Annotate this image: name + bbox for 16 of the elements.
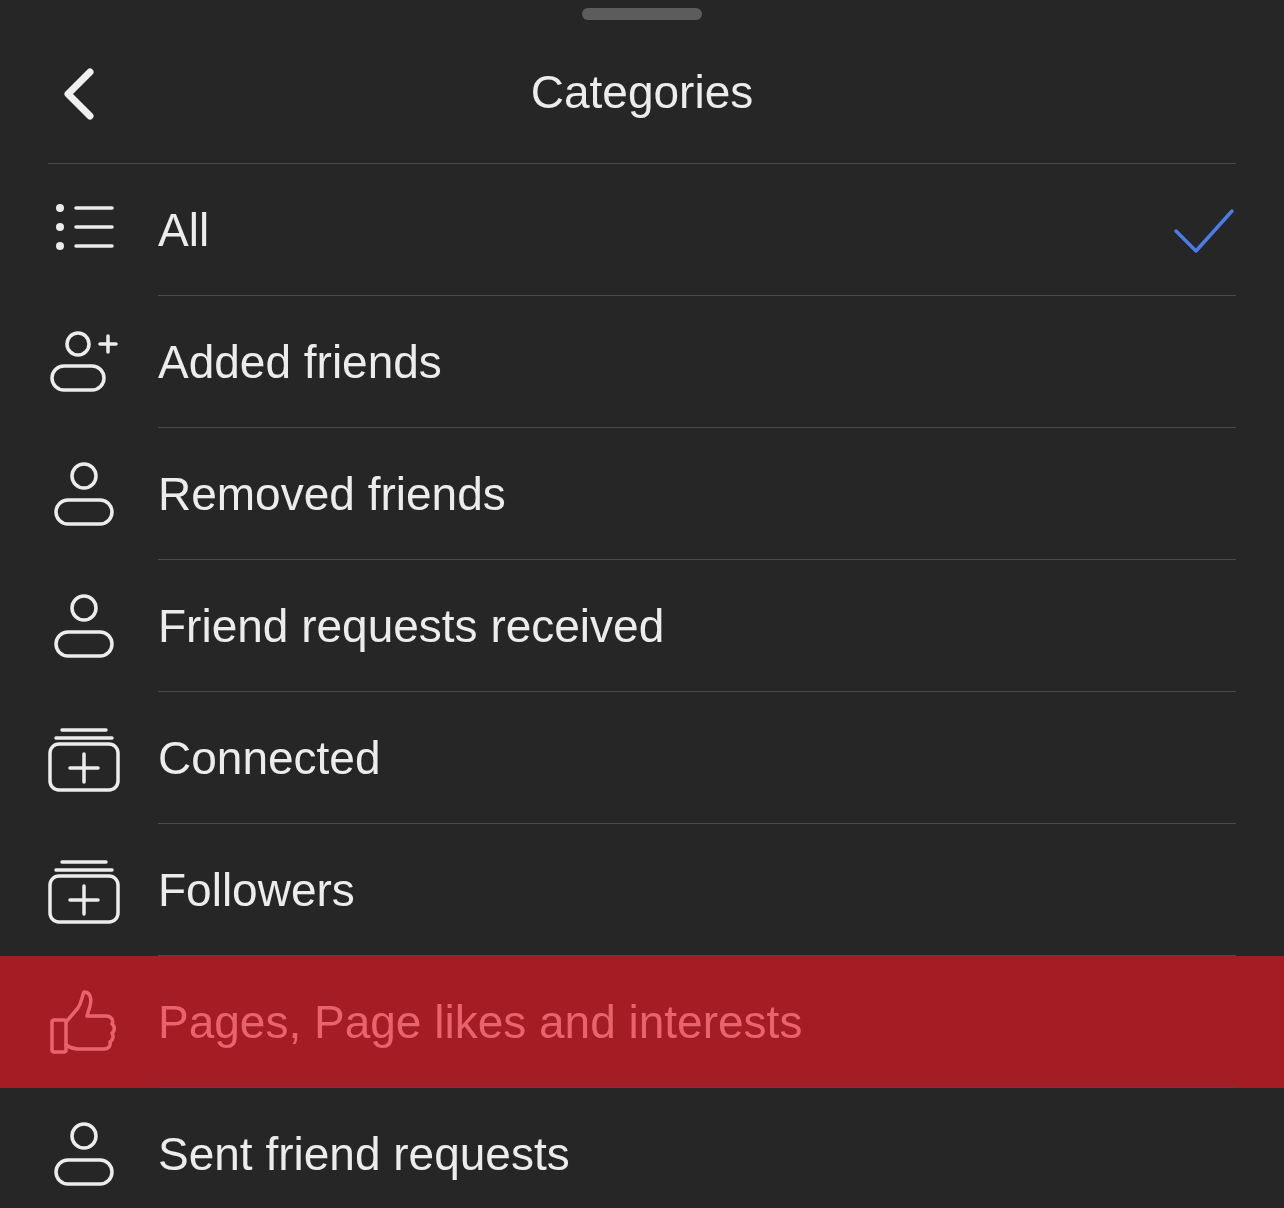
sheet-title: Categories (530, 64, 754, 119)
category-row[interactable]: Added friends (0, 296, 1284, 428)
category-label: Friend requests received (158, 598, 666, 653)
category-label: Sent friend requests (158, 1126, 571, 1181)
category-label: Removed friends (158, 466, 507, 521)
drag-handle[interactable] (582, 8, 702, 20)
category-row[interactable]: Friend requests received (0, 560, 1284, 692)
category-label: All (158, 202, 211, 257)
category-label: Followers (158, 862, 356, 917)
category-row[interactable]: Sent friend requests (0, 1088, 1284, 1208)
category-row[interactable]: Removed friends (0, 428, 1284, 560)
category-label: Added friends (158, 334, 443, 389)
category-row[interactable]: All (0, 164, 1284, 296)
category-label: Connected (158, 730, 382, 785)
category-label: Pages, Page likes and interests (158, 994, 804, 1049)
category-row[interactable]: Connected (0, 692, 1284, 824)
